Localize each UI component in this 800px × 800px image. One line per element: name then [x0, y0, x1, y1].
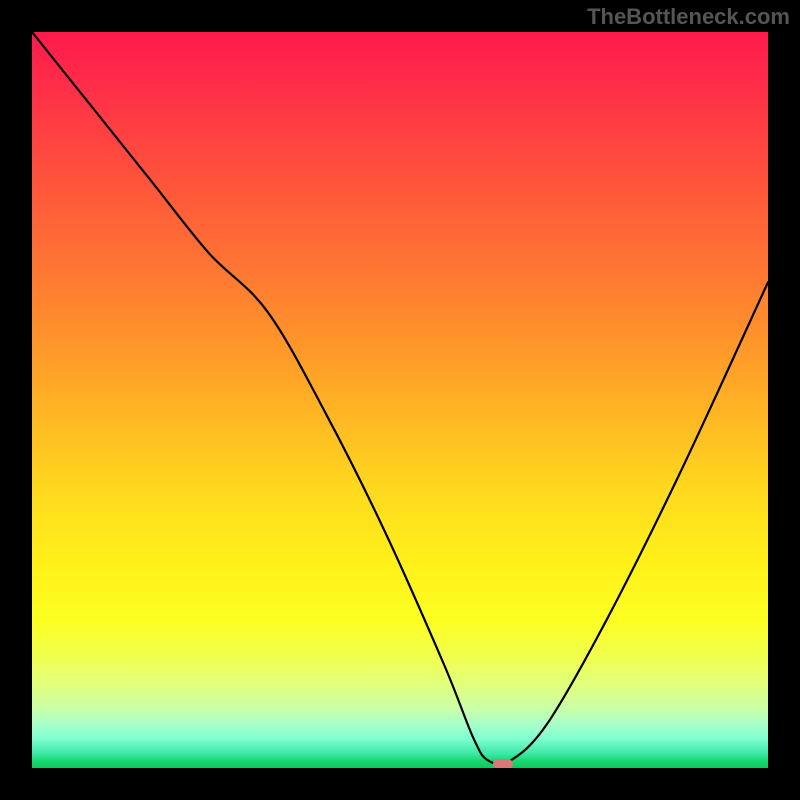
bottleneck-curve	[32, 32, 768, 768]
optimal-point-marker	[493, 759, 513, 768]
plot-area	[32, 32, 768, 768]
watermark-text: TheBottleneck.com	[587, 4, 790, 30]
